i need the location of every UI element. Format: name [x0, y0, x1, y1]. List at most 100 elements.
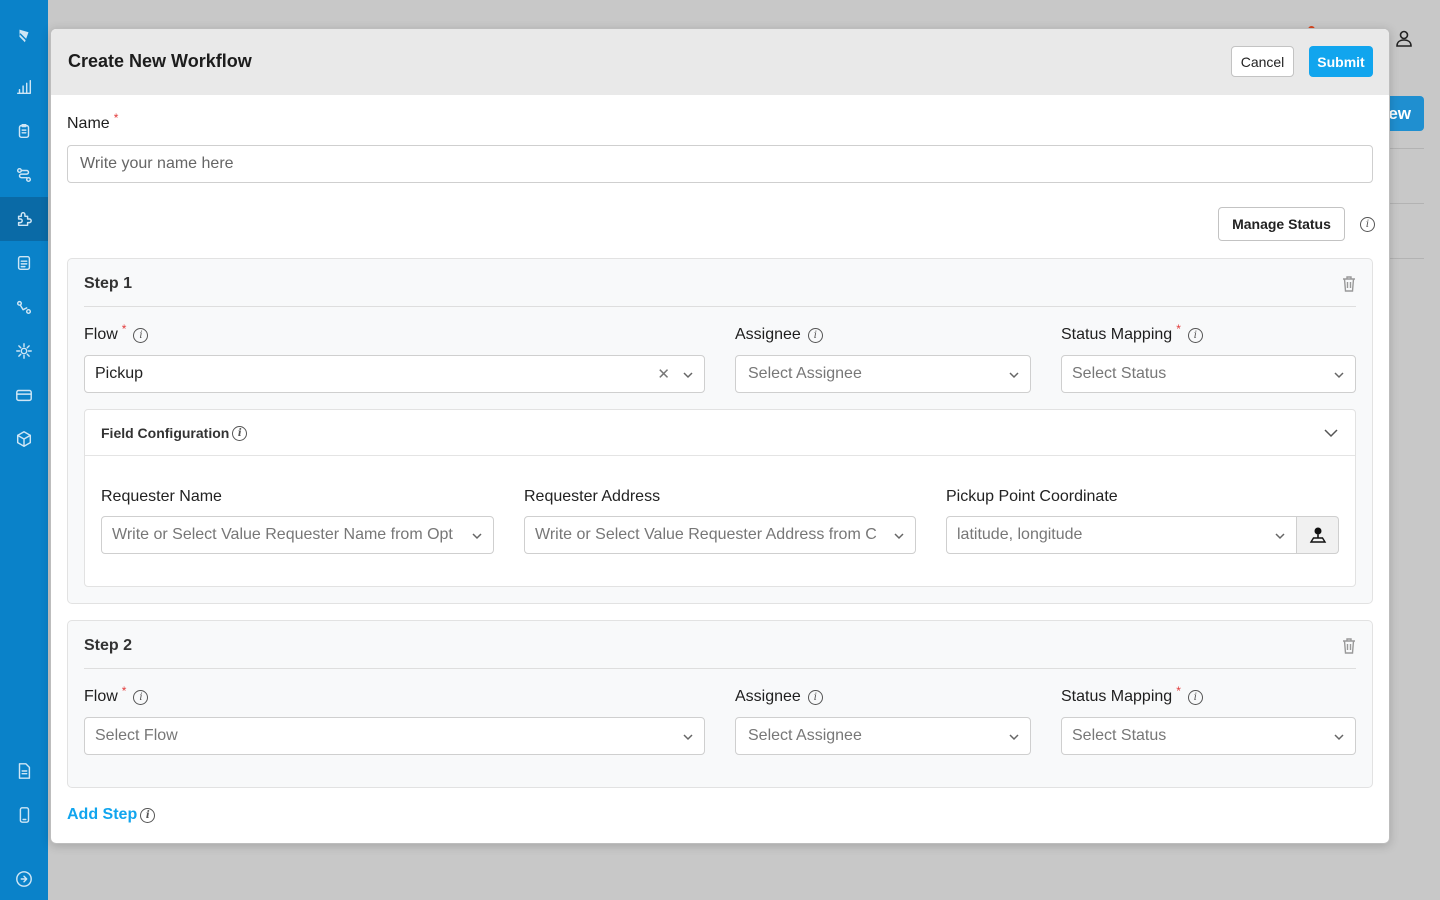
- chevron-down-icon: [1008, 368, 1020, 380]
- status-select[interactable]: Select Status: [1061, 355, 1356, 393]
- chevron-down-icon: [1333, 730, 1345, 742]
- pickup-coordinate-select[interactable]: latitude, longitude: [946, 516, 1297, 554]
- step-card: Step 1 Flow * i Pickup ✕ Assignee i Select …: [67, 258, 1373, 604]
- trash-icon[interactable]: [1342, 638, 1356, 654]
- path-icon[interactable]: [0, 285, 48, 329]
- field-configuration-header[interactable]: Field Configuration i: [101, 425, 248, 441]
- info-icon[interactable]: i: [140, 807, 156, 823]
- pickup-coordinate-placeholder: latitude, longitude: [957, 526, 1083, 543]
- status-select[interactable]: Select Status: [1061, 717, 1356, 755]
- phone-icon[interactable]: [0, 793, 48, 837]
- info-icon[interactable]: i: [232, 425, 248, 441]
- trash-icon[interactable]: [1342, 276, 1356, 292]
- requester-address-placeholder: Write or Select Value Requester Address …: [535, 526, 877, 543]
- step-card: Step 2 Flow * i Select Flow Assignee i Sele…: [67, 620, 1373, 788]
- divider: [84, 306, 1356, 307]
- field-configuration-title: Field Configuration: [101, 425, 230, 441]
- info-icon[interactable]: i: [1187, 327, 1203, 343]
- info-icon[interactable]: i: [133, 689, 149, 705]
- requester-name-select[interactable]: Write or Select Value Requester Name fro…: [101, 516, 494, 554]
- required-marker: *: [113, 111, 119, 125]
- status-mapping-label: Status Mapping * i: [1061, 322, 1203, 344]
- divider: [1390, 258, 1424, 259]
- info-icon[interactable]: i: [807, 689, 823, 705]
- document-icon[interactable]: [0, 241, 48, 285]
- name-label: Name *: [67, 111, 118, 133]
- status-select-placeholder: Select Status: [1072, 727, 1167, 744]
- create-workflow-modal: Create New Workflow Cancel Submit Name * …: [50, 28, 1390, 844]
- add-step-link[interactable]: Add Step i: [67, 806, 156, 824]
- info-icon[interactable]: i: [1187, 689, 1203, 705]
- puzzle-icon[interactable]: [0, 197, 48, 241]
- profile-icon[interactable]: [1394, 28, 1416, 50]
- card-icon[interactable]: [0, 373, 48, 417]
- add-step-label: Add Step: [67, 806, 138, 823]
- step-title: Step 2: [84, 637, 133, 654]
- flow-select-placeholder: Select Flow: [95, 727, 178, 744]
- field-configuration-panel: Field Configuration i Requester Name Writ…: [84, 409, 1356, 587]
- flow-label-text: Flow: [84, 688, 118, 705]
- pickup-point-coordinate-label: Pickup Point Coordinate: [946, 488, 1118, 505]
- map-pin-icon: [1309, 527, 1326, 543]
- arrow-right-circle-icon[interactable]: [0, 857, 48, 900]
- chevron-down-icon: [682, 368, 694, 380]
- status-select-placeholder: Select Status: [1072, 365, 1167, 382]
- requester-address-label: Requester Address: [524, 488, 661, 505]
- modal-header: Create New Workflow Cancel Submit: [51, 29, 1389, 95]
- status-mapping-label-text: Status Mapping: [1061, 326, 1173, 343]
- assignee-select[interactable]: Select Assignee: [735, 717, 1031, 755]
- chevron-down-icon: [1333, 368, 1345, 380]
- requester-name-label: Requester Name: [101, 488, 222, 505]
- required-marker: *: [121, 684, 127, 698]
- flow-select[interactable]: Pickup ✕: [84, 355, 705, 393]
- file-icon[interactable]: [0, 749, 48, 793]
- assignee-label: Assignee i: [735, 688, 823, 706]
- name-input[interactable]: [67, 145, 1373, 183]
- assignee-select[interactable]: Select Assignee: [735, 355, 1031, 393]
- flow-label-text: Flow: [84, 326, 118, 343]
- name-label-text: Name: [67, 115, 110, 132]
- chart-icon[interactable]: [0, 65, 48, 109]
- required-marker: *: [1176, 684, 1181, 698]
- status-mapping-label-text: Status Mapping: [1061, 688, 1173, 705]
- logo-icon[interactable]: [0, 13, 48, 57]
- clipboard-icon[interactable]: [0, 109, 48, 153]
- map-pin-button[interactable]: [1297, 516, 1339, 554]
- chevron-down-icon: [471, 529, 483, 541]
- cancel-button[interactable]: Cancel: [1231, 46, 1294, 77]
- modal-title: Create New Workflow: [68, 51, 252, 71]
- required-marker: *: [121, 322, 127, 336]
- assignee-label-text: Assignee: [735, 688, 801, 705]
- submit-button[interactable]: Submit: [1309, 46, 1373, 77]
- flow-label: Flow * i: [84, 684, 149, 706]
- step-title: Step 1: [84, 275, 133, 292]
- chevron-down-icon: [682, 730, 694, 742]
- info-icon[interactable]: i: [1360, 217, 1375, 232]
- assignee-label: Assignee i: [735, 326, 823, 344]
- flow-label: Flow * i: [84, 322, 149, 344]
- chevron-down-icon[interactable]: [1323, 425, 1339, 441]
- status-mapping-label: Status Mapping * i: [1061, 684, 1203, 706]
- flow-select-value: Pickup: [95, 365, 144, 382]
- assignee-select-placeholder: Select Assignee: [748, 365, 862, 382]
- chevron-down-icon: [893, 529, 905, 541]
- divider: [85, 455, 1355, 456]
- divider: [1390, 148, 1424, 149]
- info-icon[interactable]: i: [133, 327, 149, 343]
- flow-select[interactable]: Select Flow: [84, 717, 705, 755]
- required-marker: *: [1176, 322, 1181, 336]
- chevron-down-icon: [1008, 730, 1020, 742]
- clear-icon[interactable]: ✕: [657, 365, 670, 383]
- requester-address-select[interactable]: Write or Select Value Requester Address …: [524, 516, 916, 554]
- divider: [84, 668, 1356, 669]
- manage-status-button[interactable]: Manage Status: [1218, 207, 1345, 241]
- assignee-select-placeholder: Select Assignee: [748, 727, 862, 744]
- info-icon[interactable]: i: [807, 327, 823, 343]
- gear-icon[interactable]: [0, 329, 48, 373]
- divider: [1390, 203, 1424, 204]
- route-icon[interactable]: [0, 153, 48, 197]
- chevron-down-icon: [1274, 529, 1286, 541]
- box-icon[interactable]: [0, 417, 48, 461]
- assignee-label-text: Assignee: [735, 326, 801, 343]
- sidebar: [0, 0, 48, 900]
